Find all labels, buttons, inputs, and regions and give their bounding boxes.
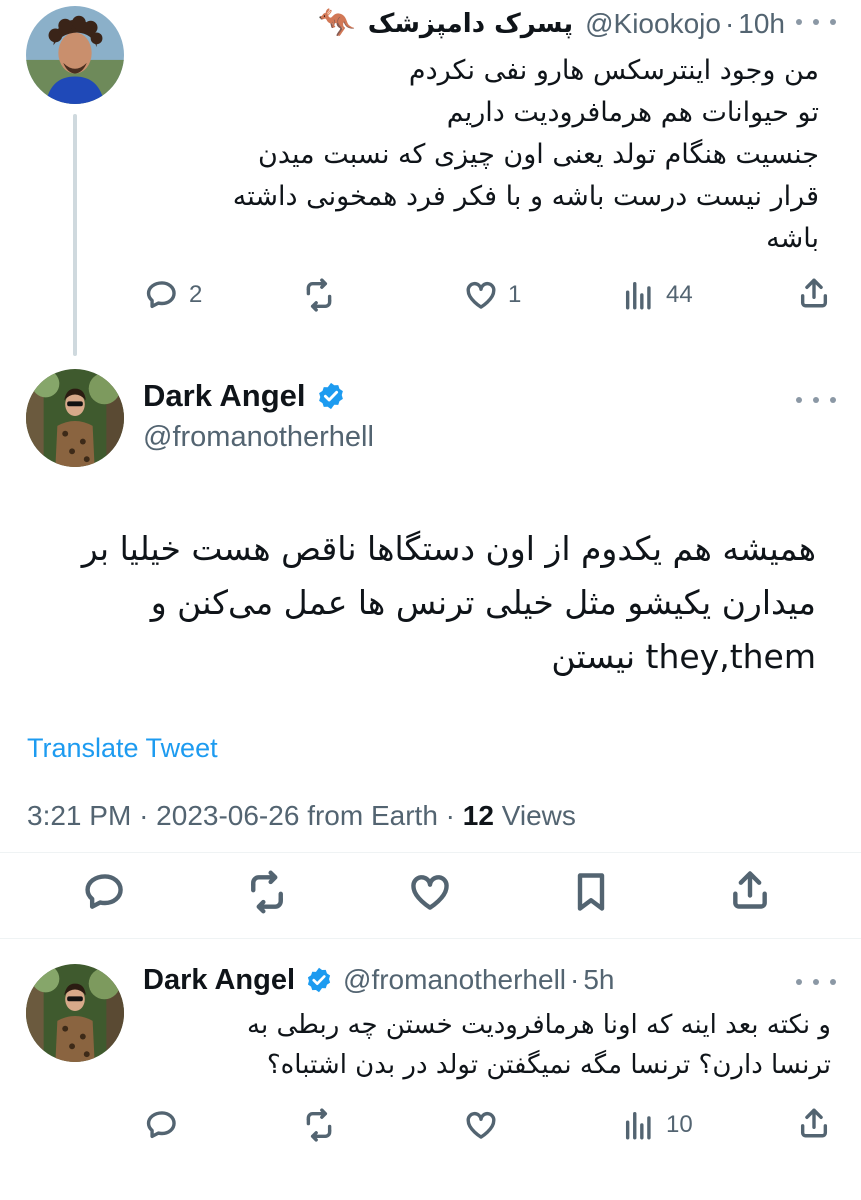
avatar-dark-angel-reply[interactable] bbox=[26, 964, 124, 1062]
reply-header: Dark Angel @fromanotherhell · 5h bbox=[143, 960, 615, 1000]
thread-connector-line bbox=[73, 114, 77, 356]
bookmark-icon bbox=[577, 873, 605, 911]
tweet1-share-button[interactable] bbox=[797, 276, 831, 310]
main-handle[interactable]: @fromanotherhell bbox=[143, 421, 374, 454]
reply-display-name[interactable]: Dark Angel bbox=[143, 964, 295, 997]
reply-like-button[interactable] bbox=[464, 1108, 508, 1142]
share-icon bbox=[733, 871, 767, 909]
reply-handle[interactable]: @fromanotherhell bbox=[343, 964, 566, 996]
main-tweet-text: همیشه هم یکدوم از اون دستگاها ناقص هست خ… bbox=[81, 529, 816, 676]
tweet1-time[interactable]: 10h bbox=[738, 8, 785, 40]
reply-more-icon[interactable] bbox=[796, 972, 836, 992]
tweet1-views-button[interactable]: 44 bbox=[622, 278, 693, 312]
reply-icon bbox=[146, 281, 176, 309]
avatar-kiookojo[interactable] bbox=[26, 6, 124, 104]
views-icon bbox=[625, 281, 651, 310]
main-bookmark-button[interactable] bbox=[569, 870, 613, 914]
translate-tweet-link[interactable]: Translate Tweet bbox=[27, 733, 218, 764]
main-tweet-meta: 3:21 PM · 2023-06-26 from Earth · 12 Vie… bbox=[27, 800, 576, 831]
tweet1-text: من وجود اینترسکس هارو نفی نکردم تو حیوان… bbox=[232, 55, 819, 254]
main-retweet-button[interactable] bbox=[245, 870, 289, 914]
retweet-icon bbox=[251, 870, 283, 914]
main-tweet-more-icon[interactable] bbox=[796, 390, 836, 410]
retweet-icon bbox=[306, 1108, 332, 1142]
retweet-icon bbox=[306, 278, 332, 312]
reply-share-button[interactable] bbox=[797, 1106, 831, 1140]
tweet1-like-count: 1 bbox=[508, 281, 522, 308]
reply-retweet-button[interactable] bbox=[302, 1108, 346, 1142]
reply-text: و نکته بعد اینه که اونا هرمافرودیت خستن … bbox=[247, 1010, 831, 1080]
tweet-thread-page: 🦘 پسرک دامپزشک @Kiookojo · 10h من وجود ا… bbox=[0, 0, 861, 1200]
like-icon bbox=[411, 875, 449, 910]
reply-icon bbox=[146, 1111, 176, 1139]
tweet1-header: 🦘 پسرک دامپزشک @Kiookojo · 10h bbox=[145, 4, 785, 44]
share-icon bbox=[800, 1108, 828, 1138]
reply-separator: · bbox=[570, 964, 580, 995]
tweet1-display-name[interactable]: پسرک دامپزشک bbox=[368, 9, 573, 39]
main-display-name[interactable]: Dark Angel bbox=[143, 378, 306, 414]
like-icon bbox=[466, 1111, 496, 1139]
tweet1-reply-button[interactable]: 2 bbox=[145, 278, 202, 312]
reply-view-count: 10 bbox=[666, 1111, 693, 1138]
divider-bottom bbox=[0, 938, 861, 939]
main-like-button[interactable] bbox=[408, 870, 452, 914]
share-icon bbox=[800, 278, 828, 308]
avatar-dark-angel[interactable] bbox=[26, 369, 124, 467]
verified-icon bbox=[307, 967, 331, 993]
reply-icon bbox=[85, 874, 123, 909]
tweet1-reply-count: 2 bbox=[189, 281, 203, 308]
tweet-time[interactable]: 3:21 PM bbox=[27, 800, 131, 831]
tweet1-handle[interactable]: @Kiookojo bbox=[585, 8, 721, 40]
views-icon bbox=[625, 1111, 651, 1140]
reply-reply-button[interactable] bbox=[145, 1108, 189, 1142]
divider-top bbox=[0, 852, 861, 853]
main-share-button[interactable] bbox=[728, 868, 772, 912]
tweet1-retweet-button[interactable] bbox=[302, 278, 346, 312]
tweet1-more-icon[interactable] bbox=[796, 12, 836, 32]
main-tweet-author[interactable]: Dark Angel bbox=[143, 378, 346, 414]
reply-views-button[interactable]: 10 bbox=[622, 1108, 693, 1142]
tweet-date[interactable]: 2023-06-26 bbox=[156, 800, 299, 831]
views-count: 12 bbox=[462, 800, 494, 831]
verified-icon bbox=[318, 382, 343, 410]
kangaroo-emoji: 🦘 bbox=[318, 7, 356, 40]
views-label: Views bbox=[501, 800, 576, 831]
like-icon bbox=[466, 281, 496, 309]
reply-time[interactable]: 5h bbox=[583, 964, 614, 996]
tweet1-view-count: 44 bbox=[666, 281, 693, 308]
main-reply-button[interactable] bbox=[83, 870, 127, 914]
tweet-source: from Earth bbox=[307, 800, 438, 831]
tweet1-separator: · bbox=[724, 8, 735, 39]
tweet1-like-button[interactable]: 1 bbox=[464, 278, 521, 312]
